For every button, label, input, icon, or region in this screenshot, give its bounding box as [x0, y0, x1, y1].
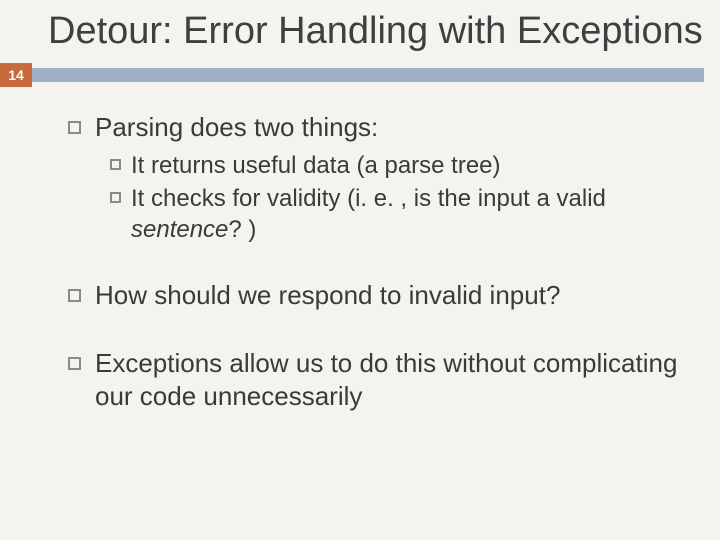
sub-rest-a: checks for validity (i. e. , is the inpu…: [144, 185, 606, 212]
bullet-1-sub-1: It returns useful data (a parse tree): [110, 150, 680, 181]
slide: Detour: Error Handling with Exceptions 1…: [0, 0, 720, 540]
bullet-1-subs: It returns useful data (a parse tree) It…: [68, 150, 680, 246]
square-bullet-icon: [68, 121, 81, 134]
slide-number-badge: 14: [0, 63, 32, 87]
bullet-1-sub-2: It checks for validity (i. e. , is the i…: [110, 183, 680, 245]
bullet-3: Exceptions allow us to do this without c…: [68, 347, 680, 414]
badge-row: 14: [0, 63, 720, 89]
square-bullet-icon: [110, 192, 121, 203]
title-underline: [32, 68, 704, 82]
square-bullet-icon: [68, 289, 81, 302]
sub-lead: It: [131, 152, 144, 179]
bullet-2-text: How should we respond to invalid input?: [95, 279, 560, 312]
bullet-1-sub-2-text: It checks for validity (i. e. , is the i…: [131, 183, 680, 245]
title-area: Detour: Error Handling with Exceptions: [0, 0, 720, 61]
slide-title: Detour: Error Handling with Exceptions: [48, 10, 720, 53]
slide-content: Parsing does two things: It returns usef…: [0, 89, 720, 414]
sub-rest: returns useful data (a parse tree): [144, 152, 500, 179]
sub-lead: It: [131, 185, 144, 212]
bullet-3-line: Exceptions allow us to do this without c…: [68, 347, 680, 414]
bullet-2: How should we respond to invalid input?: [68, 279, 680, 312]
bullet-3-text: Exceptions allow us to do this without c…: [95, 347, 680, 414]
square-bullet-icon: [110, 159, 121, 170]
bullet-1: Parsing does two things: It returns usef…: [68, 111, 680, 246]
bullet-1-line: Parsing does two things:: [68, 111, 680, 144]
bullet-1-sub-1-text: It returns useful data (a parse tree): [131, 150, 680, 181]
sub-italic: sentence: [131, 216, 228, 243]
bullet-2-line: How should we respond to invalid input?: [68, 279, 680, 312]
square-bullet-icon: [68, 357, 81, 370]
bullet-3-italic: Exceptions: [95, 348, 222, 378]
bullet-1-text: Parsing does two things:: [95, 111, 378, 144]
sub-rest-b: ? ): [228, 216, 256, 243]
